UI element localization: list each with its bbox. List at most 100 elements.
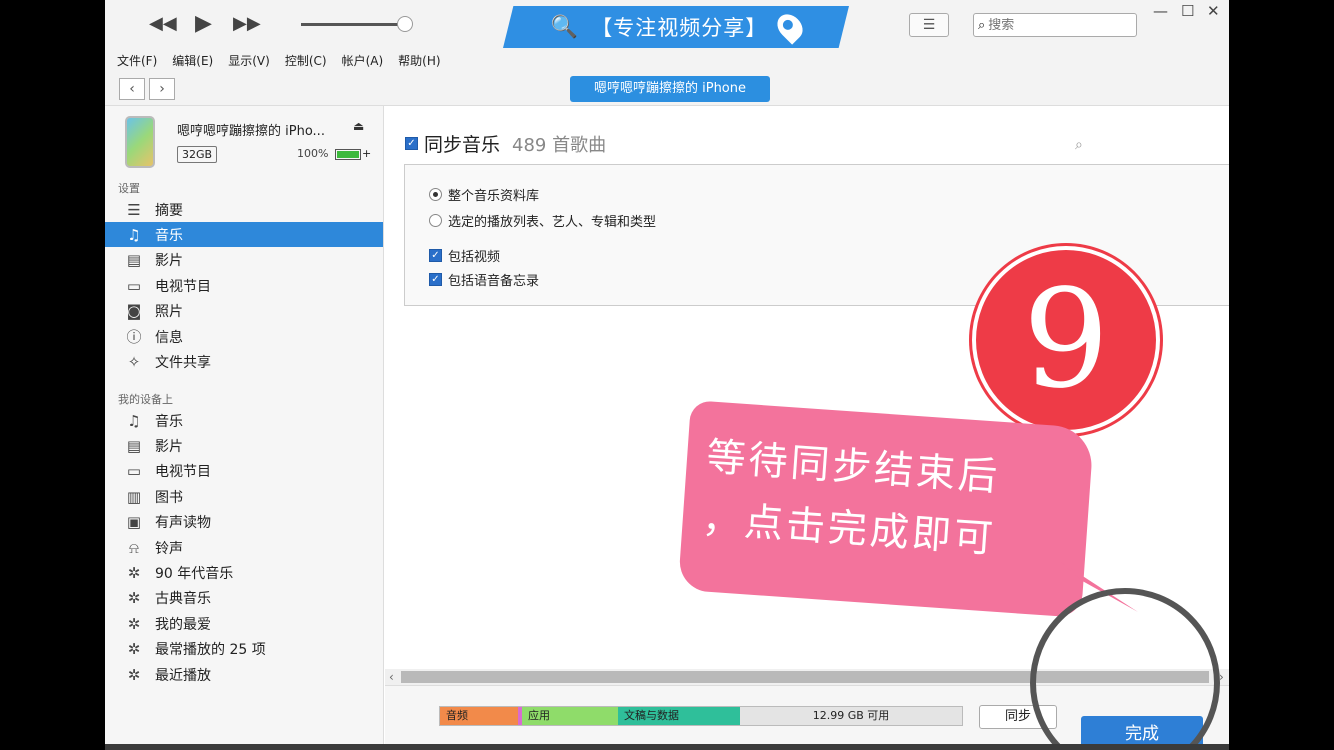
search-icon: ⌕ [978,17,986,33]
menu-view[interactable]: 显示(V) [228,52,270,69]
minimize-icon[interactable]: — [1153,2,1168,20]
menu-help[interactable]: 帮助(H) [398,52,440,69]
on-device-item[interactable]: ⍾ 铃声 [105,535,383,560]
settings-item[interactable]: ✧ 文件共享 [105,349,383,374]
option-include-videos[interactable]: ✓ 包括视频 [429,246,500,265]
settings-item[interactable]: ▤ 影片 [105,248,383,273]
bubble-text: 等待同步结束后 ，点击完成即可 [700,427,1088,577]
radio-off-icon[interactable] [429,214,442,227]
sync-header: ✓ 同步音乐 489 首歌曲 [405,130,606,157]
film-icon: ▤ [126,251,142,270]
on-device-item[interactable]: ✲ 我的最爱 [105,611,383,636]
gear-icon: ✲ [127,563,141,582]
gear-icon: ✲ [127,640,141,659]
on-device-item[interactable]: ▤ 影片 [105,433,383,458]
option-label: 包括语音备忘录 [448,274,540,289]
settings-item-label: 影片 [155,253,183,270]
settings-item[interactable]: ▭ 电视节目 [105,273,383,298]
maximize-icon[interactable]: ☐ [1181,2,1194,20]
song-count: 489 首歌曲 [512,134,607,156]
battery-icon [335,149,361,160]
on-device-item-label: 古典音乐 [155,591,211,608]
option-include-voice-memos[interactable]: ✓ 包括语音备忘录 [429,270,539,289]
on-device-item[interactable]: ♫ 音乐 [105,408,383,433]
on-device-item-label: 最近播放 [155,667,211,684]
settings-item-label: 音乐 [155,227,183,244]
sync-title: 同步音乐 [424,134,501,156]
back-button[interactable]: ‹ [119,78,145,100]
eject-icon[interactable]: ⏏ [353,119,364,133]
settings-item-label: 照片 [155,304,183,321]
close-icon[interactable]: ✕ [1207,2,1220,20]
on-device-item-label: 最常播放的 25 项 [155,642,266,659]
info-icon: ⓘ [126,328,142,346]
search-box[interactable]: ⌕ [973,13,1137,37]
settings-item[interactable]: ⓘ 信息 [105,324,383,349]
menu-file[interactable]: 文件(F) [117,52,157,69]
storage-apps: 应用 [522,707,618,725]
tv-icon: ▭ [126,276,142,295]
on-device-item[interactable]: ✲ 古典音乐 [105,586,383,611]
option-selected[interactable]: 选定的播放列表、艺人、专辑和类型 [429,211,656,230]
on-device-item-label: 影片 [155,438,183,455]
camera-icon: ◙ [126,302,142,321]
section-title-settings: 设置 [118,182,140,195]
sync-music-checkbox[interactable]: ✓ [405,137,418,150]
on-device-item[interactable]: ▭ 电视节目 [105,459,383,484]
storage-documents: 文稿与数据 [618,707,740,725]
option-label: 选定的播放列表、艺人、专辑和类型 [448,215,657,230]
radio-on-icon[interactable] [429,188,442,201]
on-device-item-label: 我的最爱 [155,616,211,633]
capacity-badge: 32GB [177,146,218,163]
gear-icon: ✲ [127,589,141,608]
on-device-item[interactable]: ✲ 最近播放 [105,662,383,687]
bottom-strip [105,744,1229,750]
storage-bar: 音频 应用 文稿与数据 12.99 GB 可用 [439,706,963,726]
music-note-icon: ♫ [127,411,141,430]
menu-controls[interactable]: 控制(C) [285,52,327,69]
charging-icon: + [362,147,372,160]
summary-icon: ☰ [127,200,141,219]
on-device-item[interactable]: ✲ 90 年代音乐 [105,560,383,585]
menu-edit[interactable]: 编辑(E) [172,52,213,69]
nav-row: ‹ › 嗯哼嗯哼蹦擦擦的 iPhone [105,72,1229,106]
settings-item[interactable]: ☰ 摘要 [105,197,383,222]
toolbar: ◀◀ ▶ ▶▶ 🔍 【专注视频分享】 ☰ ⌕ — ☐ ✕ [105,0,1229,48]
book-icon: ▥ [126,487,142,506]
checkbox-checked-icon[interactable]: ✓ [429,273,442,286]
bell-icon: ⍾ [129,538,139,557]
magnifier-icon: 🔍 [550,14,580,40]
scroll-left-icon[interactable]: ‹ [389,669,394,685]
on-device-item[interactable]: ▥ 图书 [105,484,383,509]
option-label: 包括视频 [448,250,501,265]
checkbox-checked-icon[interactable]: ✓ [429,249,442,262]
on-device-item[interactable]: ✲ 最常播放的 25 项 [105,637,383,662]
forward-button[interactable]: › [149,78,175,100]
option-entire-library[interactable]: 整个音乐资料库 [429,185,539,204]
on-device-item-label: 90 年代音乐 [155,565,234,582]
settings-item[interactable]: ◙ 照片 [105,299,383,324]
iphone-icon [125,116,155,168]
settings-item[interactable]: ♫ 音乐 [105,222,383,248]
settings-item-label: 信息 [155,329,183,346]
volume-slider[interactable] [301,23,405,26]
on-device-item-label: 有声读物 [155,515,211,532]
device-pill[interactable]: 嗯哼嗯哼蹦擦擦的 iPhone [570,76,770,102]
volume-knob[interactable] [397,16,413,32]
search-icon[interactable]: ⌕ [1075,137,1083,153]
play-icon[interactable]: ▶ [195,12,212,36]
battery-percent: 100% [297,147,329,160]
fast-forward-icon[interactable]: ▶▶ [233,12,261,36]
menu-account[interactable]: 帐户(A) [342,52,384,69]
audiobook-icon: ▣ [126,513,142,532]
on-device-item[interactable]: ▣ 有声读物 [105,510,383,535]
list-view-button[interactable]: ☰ [909,13,949,37]
section-title-on-device: 我的设备上 [118,393,173,406]
on-device-item-label: 铃声 [155,540,183,557]
option-label: 整个音乐资料库 [448,189,540,204]
gear-icon: ✲ [127,665,141,684]
gear-icon: ✲ [127,614,141,633]
tv-icon: ▭ [126,462,142,481]
search-input[interactable] [988,17,1109,33]
rewind-icon[interactable]: ◀◀ [149,12,177,36]
